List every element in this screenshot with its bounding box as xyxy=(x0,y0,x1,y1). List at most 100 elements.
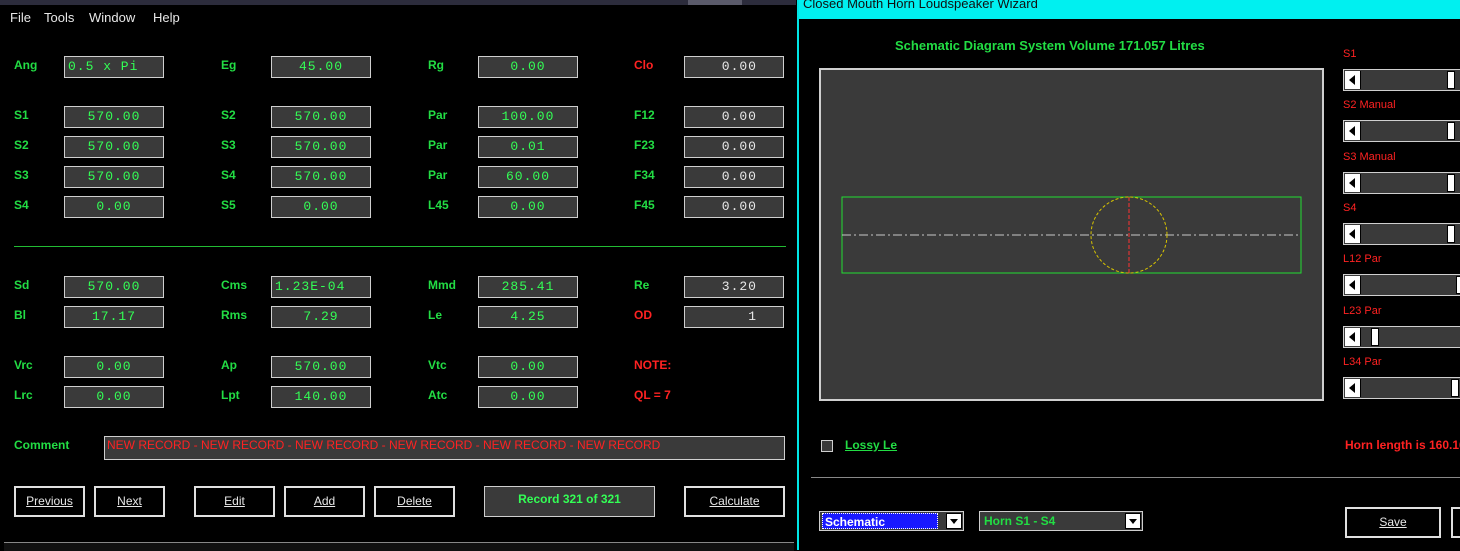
param-field[interactable]: 0.00 xyxy=(478,356,578,378)
param-label: S2 xyxy=(221,108,236,122)
param-label: Lpt xyxy=(221,388,240,402)
param-field[interactable]: 570.00 xyxy=(271,356,371,378)
param-label: F45 xyxy=(634,198,655,212)
chevron-left-icon[interactable] xyxy=(1345,122,1361,140)
param-field[interactable]: 570.00 xyxy=(64,106,164,128)
lossy-le-label[interactable]: Lossy Le xyxy=(845,438,897,452)
slider-track[interactable] xyxy=(1343,377,1460,399)
param-label: F12 xyxy=(634,108,655,122)
param-field[interactable]: 0.5 x Pi xyxy=(64,56,164,78)
next-button[interactable]: Next xyxy=(94,486,165,517)
param-label: F23 xyxy=(634,138,655,152)
calculate-button[interactable]: Calculate xyxy=(684,486,785,517)
param-field[interactable]: 570.00 xyxy=(64,166,164,188)
param-field[interactable]: 0.00 xyxy=(684,196,784,218)
param-field[interactable]: 0.00 xyxy=(478,56,578,78)
chevron-down-icon[interactable] xyxy=(946,513,962,529)
param-field[interactable]: 0.00 xyxy=(64,386,164,408)
top-stripe xyxy=(0,0,796,5)
param-label: OD xyxy=(634,308,652,322)
param-field[interactable]: 140.00 xyxy=(271,386,371,408)
param-field[interactable]: 4.25 xyxy=(478,306,578,328)
menu-file[interactable]: File xyxy=(10,10,31,25)
slider-label: L23 Par xyxy=(1343,305,1382,317)
param-field[interactable]: 17.17 xyxy=(64,306,164,328)
slider-track[interactable] xyxy=(1343,120,1460,142)
chevron-left-icon[interactable] xyxy=(1345,328,1361,346)
param-field[interactable]: 1.23E-04 xyxy=(271,276,371,298)
horn-select-value: Horn S1 - S4 xyxy=(984,514,1056,528)
param-field[interactable]: 45.00 xyxy=(271,56,371,78)
param-field[interactable]: 1 xyxy=(684,306,784,328)
param-field[interactable]: 3.20 xyxy=(684,276,784,298)
chevron-left-icon[interactable] xyxy=(1345,174,1361,192)
extra-button[interactable] xyxy=(1451,507,1460,538)
chevron-down-icon[interactable] xyxy=(1125,513,1141,529)
param-label: S3 xyxy=(221,138,236,152)
slider-thumb[interactable] xyxy=(1371,328,1379,346)
chevron-left-icon[interactable] xyxy=(1345,225,1361,243)
param-field[interactable]: 570.00 xyxy=(64,276,164,298)
slider-label: S2 Manual xyxy=(1343,99,1396,111)
edit-button[interactable]: Edit xyxy=(194,486,275,517)
slider-track[interactable] xyxy=(1343,223,1460,245)
schematic-diagram xyxy=(819,68,1324,401)
menu-window[interactable]: Window xyxy=(89,10,135,25)
param-field[interactable]: 0.00 xyxy=(684,106,784,128)
delete-button[interactable]: Delete xyxy=(374,486,455,517)
slider-track[interactable] xyxy=(1343,172,1460,194)
slider-track[interactable] xyxy=(1343,69,1460,91)
slider-label: S1 xyxy=(1343,48,1357,60)
horn-select[interactable]: Horn S1 - S4 xyxy=(979,511,1143,531)
wizard-title-bar[interactable]: Closed Mouth Horn Loudspeaker Wizard xyxy=(799,0,1460,19)
slider-label: L12 Par xyxy=(1343,253,1382,265)
previous-button[interactable]: Previous xyxy=(14,486,85,517)
slider-thumb[interactable] xyxy=(1456,276,1460,294)
param-field[interactable]: 0.01 xyxy=(478,136,578,158)
param-field[interactable]: 0.00 xyxy=(684,166,784,188)
save-button[interactable]: Save xyxy=(1345,507,1441,538)
slider-thumb[interactable] xyxy=(1447,174,1455,192)
param-field[interactable]: 570.00 xyxy=(271,106,371,128)
add-button[interactable]: Add xyxy=(284,486,365,517)
param-field[interactable]: 0.00 xyxy=(684,136,784,158)
param-label: F34 xyxy=(634,168,655,182)
param-field[interactable]: 0.00 xyxy=(478,196,578,218)
param-field[interactable]: 7.29 xyxy=(271,306,371,328)
param-label: S4 xyxy=(14,198,29,212)
menu-tools[interactable]: Tools xyxy=(44,10,74,25)
param-label: Re xyxy=(634,278,650,292)
slider-thumb[interactable] xyxy=(1447,71,1455,89)
chevron-left-icon[interactable] xyxy=(1345,71,1361,89)
param-label: Cms xyxy=(221,278,248,292)
param-field[interactable]: 0.00 xyxy=(64,196,164,218)
param-field[interactable]: 0.00 xyxy=(478,386,578,408)
wizard-title: Closed Mouth Horn Loudspeaker Wizard xyxy=(803,0,1038,11)
chevron-left-icon[interactable] xyxy=(1345,379,1361,397)
chevron-left-icon[interactable] xyxy=(1345,276,1361,294)
comment-field[interactable]: NEW RECORD - NEW RECORD - NEW RECORD - N… xyxy=(104,436,785,460)
slider-label: S4 xyxy=(1343,202,1357,214)
param-label: Ap xyxy=(221,358,237,372)
param-field[interactable]: 0.00 xyxy=(271,196,371,218)
param-field[interactable]: 0.00 xyxy=(64,356,164,378)
slider-track[interactable] xyxy=(1343,274,1460,296)
param-field[interactable]: 0.00 xyxy=(684,56,784,78)
slider-thumb[interactable] xyxy=(1447,122,1455,140)
param-field[interactable]: 285.41 xyxy=(478,276,578,298)
param-field[interactable]: 570.00 xyxy=(271,166,371,188)
comment-label: Comment xyxy=(14,438,70,452)
slider-thumb[interactable] xyxy=(1451,379,1459,397)
schematic-title: Schematic Diagram System Volume 171.057 … xyxy=(895,38,1205,53)
slider-thumb[interactable] xyxy=(1447,225,1455,243)
param-field[interactable]: 100.00 xyxy=(478,106,578,128)
view-select[interactable]: Schematic xyxy=(819,511,964,531)
param-field[interactable]: 570.00 xyxy=(271,136,371,158)
param-field[interactable]: 570.00 xyxy=(64,136,164,158)
param-field[interactable]: 60.00 xyxy=(478,166,578,188)
param-label: Atc xyxy=(428,388,448,402)
param-label: Ang xyxy=(14,58,38,72)
slider-track[interactable] xyxy=(1343,326,1460,348)
lossy-le-checkbox[interactable] xyxy=(821,440,833,452)
menu-help[interactable]: Help xyxy=(153,10,180,25)
